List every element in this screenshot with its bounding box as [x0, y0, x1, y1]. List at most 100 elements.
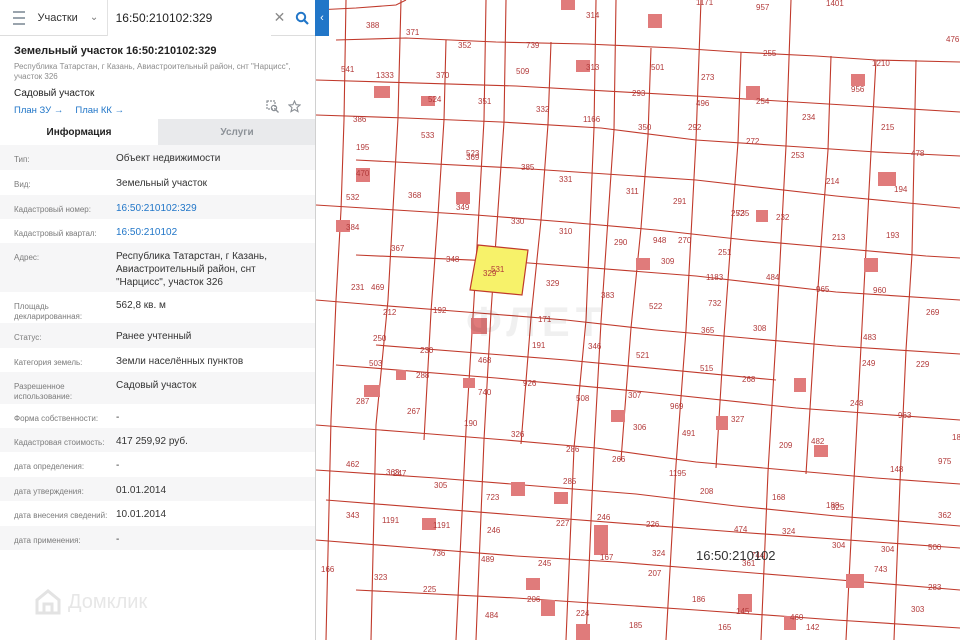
info-row-value: 10.01.2014	[116, 509, 167, 520]
parcel-number-label: 272	[746, 137, 760, 146]
parcel-number-label: 190	[464, 419, 478, 428]
info-row-link[interactable]: 16:50:210102	[116, 226, 302, 243]
parcel-number-label: 207	[648, 569, 662, 578]
parcel-number-label: 226	[646, 520, 660, 529]
chevron-left-icon: ‹	[320, 12, 324, 24]
parcel-number-label: 541	[341, 65, 355, 74]
info-row: Разрешенное использование: Садовый участо…	[0, 372, 315, 404]
parcel-number-label: 326	[511, 430, 525, 439]
parcel-number-label: 948	[653, 236, 667, 245]
parcel-number-label: 251	[718, 248, 732, 257]
parcel-number-label: 292	[688, 123, 702, 132]
info-row: дата определения: -	[0, 452, 315, 477]
category-select-value: Участки	[37, 11, 78, 24]
tab-services[interactable]: Услуги	[158, 119, 315, 145]
info-row-value: Ранее учтенный	[116, 331, 192, 342]
parcel-number-label: 167	[600, 553, 614, 562]
info-row: Категория земель: Земли населённых пункто…	[0, 348, 315, 372]
parcel-number-label: 249	[862, 359, 876, 368]
info-row-link[interactable]: 16:50:210102:329	[116, 202, 302, 219]
info-row: Кадастровый квартал: 16:50:210102	[0, 219, 315, 243]
plan-zu-link[interactable]: План ЗУ →	[14, 105, 63, 116]
parcel-number-label: 309	[661, 257, 675, 266]
parcel-number-label: 307	[628, 391, 642, 400]
info-row: Вид: Земельный участок	[0, 170, 315, 195]
parcel-number-label: 273	[701, 73, 715, 82]
parcel-address: Республика Татарстан, г Казань, Авиастро…	[14, 62, 291, 81]
parcel-number-label: 267	[407, 407, 421, 416]
parcel-number-label: 327	[731, 415, 745, 424]
info-row: Кадастровый номер: 16:50:210102:329	[0, 195, 315, 219]
search-bar: Участки ⌄ ✕	[0, 0, 315, 36]
parcel-number-label: 352	[458, 41, 472, 50]
search-input[interactable]	[106, 0, 271, 36]
parcel-number-label: 269	[926, 308, 940, 317]
parcel-number-label: 142	[806, 623, 820, 632]
zoom-to-object-button[interactable]	[264, 98, 280, 114]
category-select[interactable]: Участки ⌄	[38, 0, 107, 36]
domclick-logo: Домклик	[34, 588, 147, 616]
info-row: дата внесения сведений: 10.01.2014	[0, 501, 315, 526]
parcel-number-label: 250	[373, 334, 387, 343]
chevron-down-icon: ⌄	[89, 12, 99, 23]
parcel-number-label: 489	[481, 555, 495, 564]
info-row: Тип: Объект недвижимости	[0, 145, 315, 170]
cadastral-map[interactable]: 388 371 352 739 314 1171 957 1401 541 1333 370 509 3…	[316, 0, 960, 640]
tab-information[interactable]: Информация	[0, 119, 158, 145]
parcel-number-label: 148	[890, 465, 904, 474]
parcel-number-label: 189	[952, 433, 960, 442]
parcel-number-label: 231	[351, 283, 365, 292]
parcel-number-label: 1401	[826, 0, 844, 8]
favorite-button[interactable]	[286, 98, 302, 114]
parcel-number-labels: 388 371 352 739 314 1171 957 1401 541 1333 370 509 3…	[321, 0, 960, 632]
parcel-number-label: 305	[434, 481, 448, 490]
parcel-number-label: 350	[638, 123, 652, 132]
info-row-label: Площадь декларированная:	[14, 302, 83, 321]
parcel-number-label: 268	[742, 375, 756, 384]
plan-kk-link[interactable]: План КК →	[75, 105, 124, 116]
parcel-number-label: 1191	[382, 516, 400, 525]
parcel-number-label: 484	[766, 273, 780, 282]
parcel-title: Земельный участок 16:50:210102:329	[14, 45, 217, 57]
collapse-panel-button[interactable]: ‹	[315, 0, 329, 36]
map-canvas[interactable]: 388 371 352 739 314 1171 957 1401 541 1333 370 509 3…	[316, 0, 960, 640]
parcel-number-label: 308	[753, 324, 767, 333]
parcel-number-label: 212	[383, 308, 397, 317]
parcel-number-label: 371	[406, 28, 420, 37]
parcel-number-label: 478	[911, 149, 925, 158]
parcel-number-label: 469	[371, 283, 385, 292]
parcel-number-label: 723	[486, 493, 500, 502]
parcel-number-label: 232	[776, 213, 790, 222]
info-row-value: 562,8 кв. м	[116, 300, 166, 311]
parcel-number-label: 743	[874, 565, 888, 574]
info-row-label: Кадастровый квартал:	[14, 229, 97, 238]
info-row: Адрес: Республика Татарстан, г Казань, Ав…	[0, 243, 315, 292]
info-row-value: Земли населённых пунктов	[116, 356, 244, 367]
parcel-number-label: 532	[346, 193, 360, 202]
parcel-number-label: 1195	[669, 469, 687, 478]
parcel-number-label: 483	[863, 333, 877, 342]
parcel-number-label: 324	[652, 549, 666, 558]
parcel-number-label: 227	[556, 519, 570, 528]
info-row-value: Объект недвижимости	[116, 153, 221, 164]
parcel-number-label: 515	[700, 364, 714, 373]
info-row-label: дата применения:	[14, 536, 81, 545]
info-row-label: Статус:	[14, 333, 42, 342]
parcel-number-label: 253	[791, 151, 805, 160]
parcel-number-label: 283	[928, 583, 942, 592]
menu-button[interactable]	[0, 0, 38, 36]
info-row-label: Кадастровая стоимость:	[14, 438, 105, 447]
info-row-label: дата внесения сведений:	[14, 511, 108, 520]
info-row: дата утверждения: 01.01.2014	[0, 477, 315, 501]
parcel-number-label: 370	[436, 71, 450, 80]
map-watermark: ФЛЕТ	[466, 298, 608, 345]
parcel-number-label: 503	[369, 359, 383, 368]
parcel-number-label: 349	[456, 203, 470, 212]
parcel-number-label: 386	[353, 115, 367, 124]
parcel-number-label: 145	[736, 607, 750, 616]
selected-parcel-label: 329	[483, 269, 497, 278]
close-icon[interactable]: ✕	[271, 9, 289, 26]
parcel-number-label: 331	[559, 175, 573, 184]
search-button[interactable]	[288, 0, 315, 36]
parcel-number-label: 348	[446, 255, 460, 264]
